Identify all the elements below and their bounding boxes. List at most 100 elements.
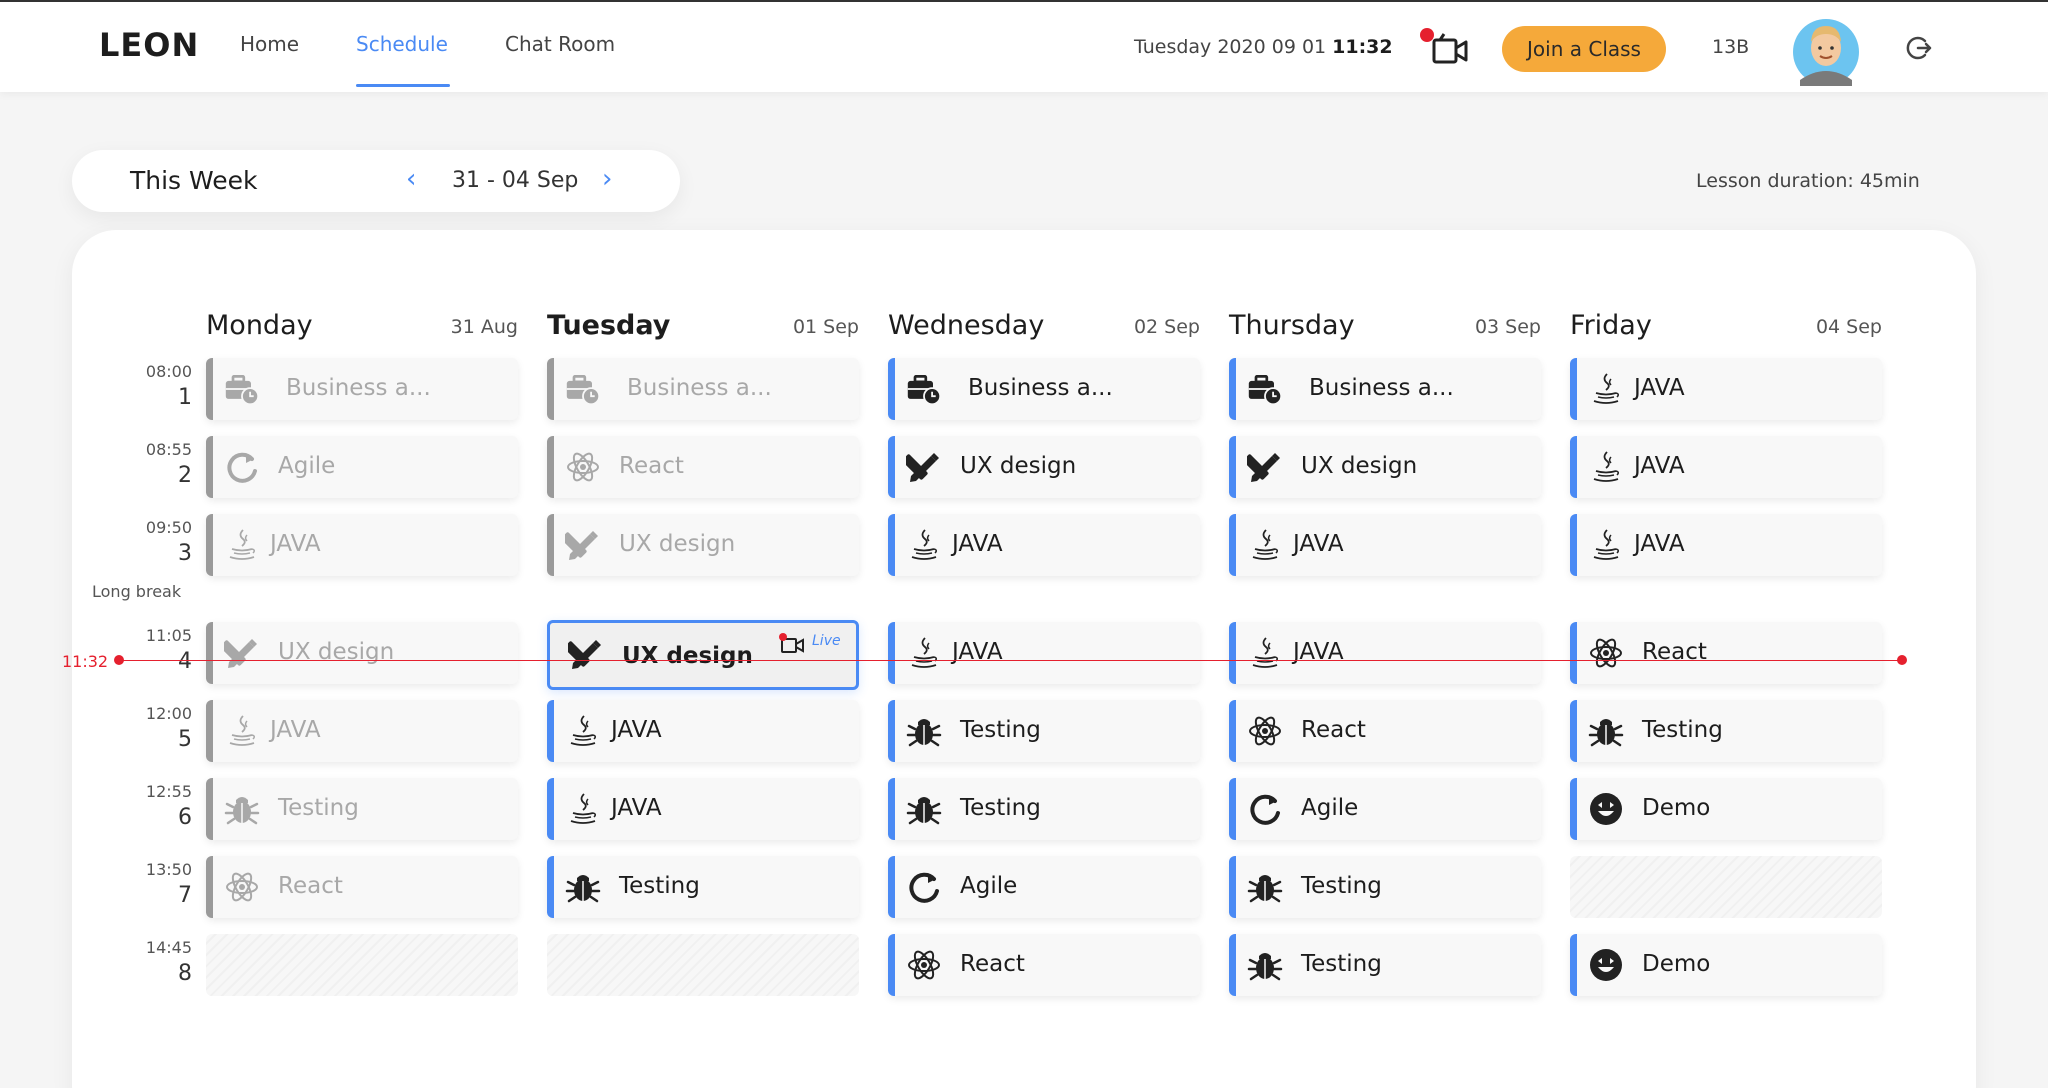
lesson-title: Business a... [627, 375, 772, 401]
lesson-title: React [1301, 717, 1366, 743]
lesson-card[interactable]: Business a... [1229, 358, 1541, 420]
lesson-card[interactable]: Testing [1570, 700, 1882, 762]
lesson-card[interactable]: React [1229, 700, 1541, 762]
lesson-title: Testing [278, 795, 359, 821]
lesson-card[interactable]: JAVA [1570, 436, 1882, 498]
lesson-card[interactable]: JAVA [1229, 514, 1541, 576]
lesson-card[interactable]: JAVA [1229, 622, 1541, 684]
period-number: 4 [178, 649, 192, 674]
day-header-date: 02 Sep [1133, 316, 1200, 338]
lesson-card[interactable]: UX design Live [547, 620, 859, 690]
live-camera-icon [778, 631, 808, 655]
lesson-card[interactable]: JAVA [547, 700, 859, 762]
lesson-card[interactable]: Agile [888, 856, 1200, 918]
lesson-title: Agile [1301, 795, 1359, 821]
lesson-card[interactable]: UX design [1229, 436, 1541, 498]
lesson-card[interactable]: Business a... [206, 358, 518, 420]
empty-slot [547, 934, 859, 996]
nav-schedule[interactable]: Schedule [356, 32, 448, 56]
lesson-title: Testing [1642, 717, 1723, 743]
refresh-icon [1247, 791, 1283, 827]
refresh-icon [224, 449, 260, 485]
current-time-dot-right [1897, 655, 1907, 665]
lesson-card[interactable]: React [206, 856, 518, 918]
period-label: 12:55 6 [132, 782, 192, 830]
lesson-card[interactable]: Testing [1229, 934, 1541, 996]
logout-button[interactable] [1906, 34, 1934, 62]
join-class-button[interactable]: Join a Class [1502, 26, 1666, 72]
atom-icon [224, 869, 260, 905]
lesson-title: Demo [1642, 951, 1711, 977]
period-time: 12:00 [145, 704, 192, 723]
design-tools-icon [565, 527, 601, 563]
live-camera-button[interactable] [1420, 28, 1472, 68]
briefcase-icon [1247, 371, 1283, 407]
lesson-card[interactable]: JAVA [888, 622, 1200, 684]
lesson-card[interactable]: JAVA [547, 778, 859, 840]
chevron-left-icon[interactable]: ‹ [406, 164, 416, 194]
java-icon [906, 635, 942, 671]
lesson-card[interactable]: Testing [547, 856, 859, 918]
lesson-card[interactable]: React [1570, 622, 1882, 684]
lesson-title: JAVA [270, 531, 321, 557]
lesson-title: UX design [619, 531, 736, 557]
empty-slot [1570, 856, 1882, 918]
java-icon [1247, 635, 1283, 671]
bug-icon [1588, 713, 1624, 749]
period-time: 13:50 [145, 860, 192, 879]
lesson-card[interactable]: JAVA [1570, 358, 1882, 420]
lesson-card[interactable]: Testing [888, 700, 1200, 762]
java-icon [1588, 449, 1624, 485]
bug-icon [906, 713, 942, 749]
design-tools-icon [568, 636, 604, 672]
nav-chat-room[interactable]: Chat Room [505, 32, 615, 56]
period-label: 14:45 8 [132, 938, 192, 986]
lesson-card[interactable]: React [547, 436, 859, 498]
period-label: 13:50 7 [132, 860, 192, 908]
lesson-card[interactable]: Demo [1570, 778, 1882, 840]
briefcase-icon [906, 371, 942, 407]
day-header-name: Friday [1570, 310, 1652, 341]
period-label: 11:05 4 [132, 626, 192, 674]
period-label: 08:55 2 [132, 440, 192, 488]
java-icon [565, 713, 601, 749]
lesson-card[interactable]: React [888, 934, 1200, 996]
java-icon [1588, 527, 1624, 563]
java-icon [565, 791, 601, 827]
lesson-card[interactable]: UX design [206, 622, 518, 684]
atom-icon [906, 947, 942, 983]
lesson-title: JAVA [611, 717, 662, 743]
period-number: 6 [178, 805, 192, 830]
lesson-card[interactable]: Testing [888, 778, 1200, 840]
lesson-card[interactable]: JAVA [206, 700, 518, 762]
lesson-card[interactable]: Testing [1229, 856, 1541, 918]
lesson-card[interactable]: Agile [1229, 778, 1541, 840]
lesson-card[interactable]: Agile [206, 436, 518, 498]
lesson-card[interactable]: JAVA [206, 514, 518, 576]
bug-icon [906, 791, 942, 827]
nav-home[interactable]: Home [240, 32, 299, 56]
lesson-title: JAVA [1634, 531, 1685, 557]
lesson-title: JAVA [611, 795, 662, 821]
lesson-card[interactable]: Business a... [547, 358, 859, 420]
design-tools-icon [906, 449, 942, 485]
atom-icon [1247, 713, 1283, 749]
period-time: 08:00 [145, 362, 192, 381]
week-range: 31 - 04 Sep [452, 168, 579, 193]
current-time-line [118, 660, 1902, 661]
lesson-card[interactable]: UX design [547, 514, 859, 576]
lesson-card[interactable]: UX design [888, 436, 1200, 498]
lesson-card[interactable]: Demo [1570, 934, 1882, 996]
lesson-card[interactable]: JAVA [888, 514, 1200, 576]
period-number: 5 [178, 727, 192, 752]
lesson-card[interactable]: JAVA [1570, 514, 1882, 576]
lesson-title: Business a... [1309, 375, 1454, 401]
day-header-date: 03 Sep [1474, 316, 1541, 338]
chevron-right-icon[interactable]: › [602, 164, 612, 194]
lesson-card[interactable]: Testing [206, 778, 518, 840]
lesson-title: UX design [278, 639, 395, 665]
user-avatar[interactable] [1792, 12, 1860, 86]
period-time: 11:05 [145, 626, 192, 645]
lesson-card[interactable]: Business a... [888, 358, 1200, 420]
long-break-label: Long break [92, 582, 182, 601]
